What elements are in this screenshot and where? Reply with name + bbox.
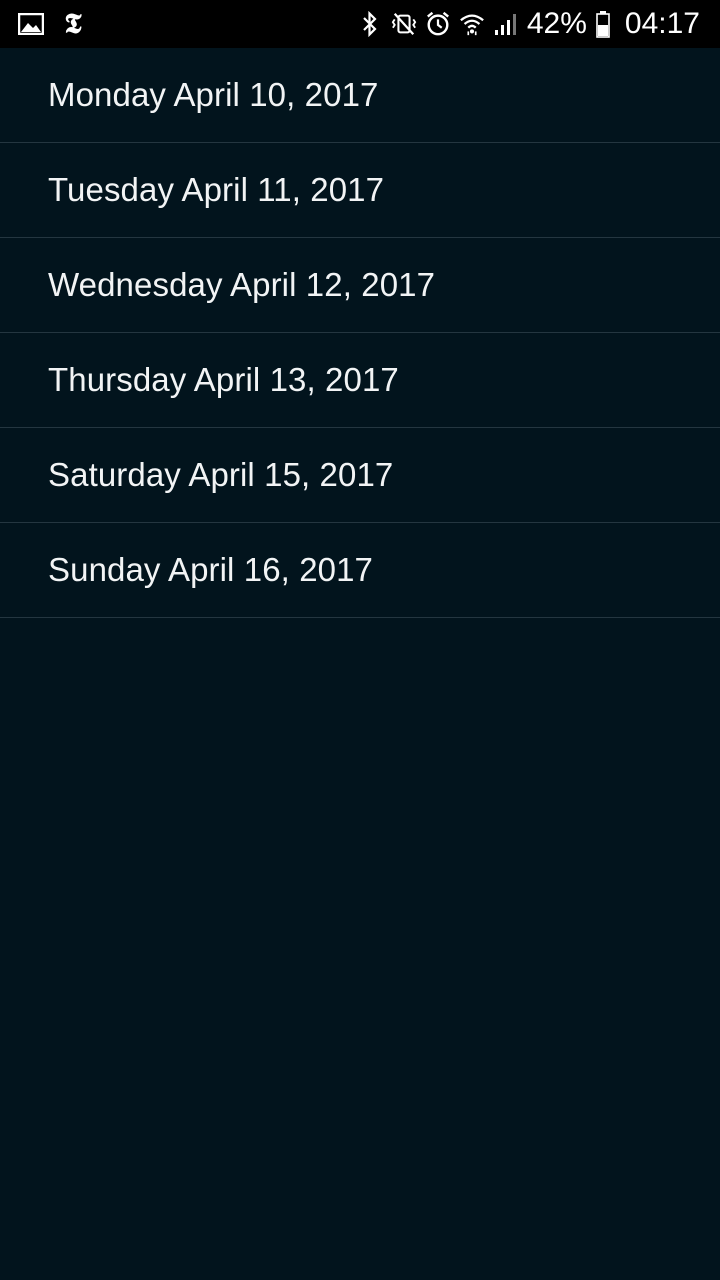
date-list: Monday April 10, 2017 Tuesday April 11, … bbox=[0, 48, 720, 618]
list-item-label: Tuesday April 11, 2017 bbox=[48, 171, 385, 208]
list-item-label: Thursday April 13, 2017 bbox=[48, 361, 399, 398]
bluetooth-icon bbox=[357, 9, 383, 39]
list-item[interactable]: Tuesday April 11, 2017 bbox=[0, 143, 720, 238]
list-item[interactable]: Thursday April 13, 2017 bbox=[0, 333, 720, 428]
status-bar-left: 𝕿 bbox=[18, 9, 86, 39]
list-item-label: Monday April 10, 2017 bbox=[48, 76, 379, 113]
status-bar-right: 42% 04:17 bbox=[357, 9, 700, 39]
list-item[interactable]: Wednesday April 12, 2017 bbox=[0, 238, 720, 333]
battery-percent: 42% bbox=[526, 7, 587, 40]
status-bar: 𝕿 42% 04:17 bbox=[0, 0, 720, 48]
list-item-label: Sunday April 16, 2017 bbox=[48, 551, 374, 588]
list-item[interactable]: Sunday April 16, 2017 bbox=[0, 523, 720, 618]
signal-icon bbox=[493, 9, 519, 39]
nyt-logo-icon: 𝕿 bbox=[64, 7, 82, 40]
list-item-label: Saturday April 15, 2017 bbox=[48, 456, 394, 493]
list-item[interactable]: Monday April 10, 2017 bbox=[0, 48, 720, 143]
wifi-icon bbox=[459, 9, 485, 39]
list-item[interactable]: Saturday April 15, 2017 bbox=[0, 428, 720, 523]
battery-icon bbox=[595, 9, 611, 39]
vibrate-mute-icon bbox=[391, 9, 417, 39]
alarm-icon bbox=[425, 9, 451, 39]
gallery-icon bbox=[18, 9, 44, 39]
status-clock: 04:17 bbox=[624, 7, 700, 40]
list-item-label: Wednesday April 12, 2017 bbox=[48, 266, 436, 303]
